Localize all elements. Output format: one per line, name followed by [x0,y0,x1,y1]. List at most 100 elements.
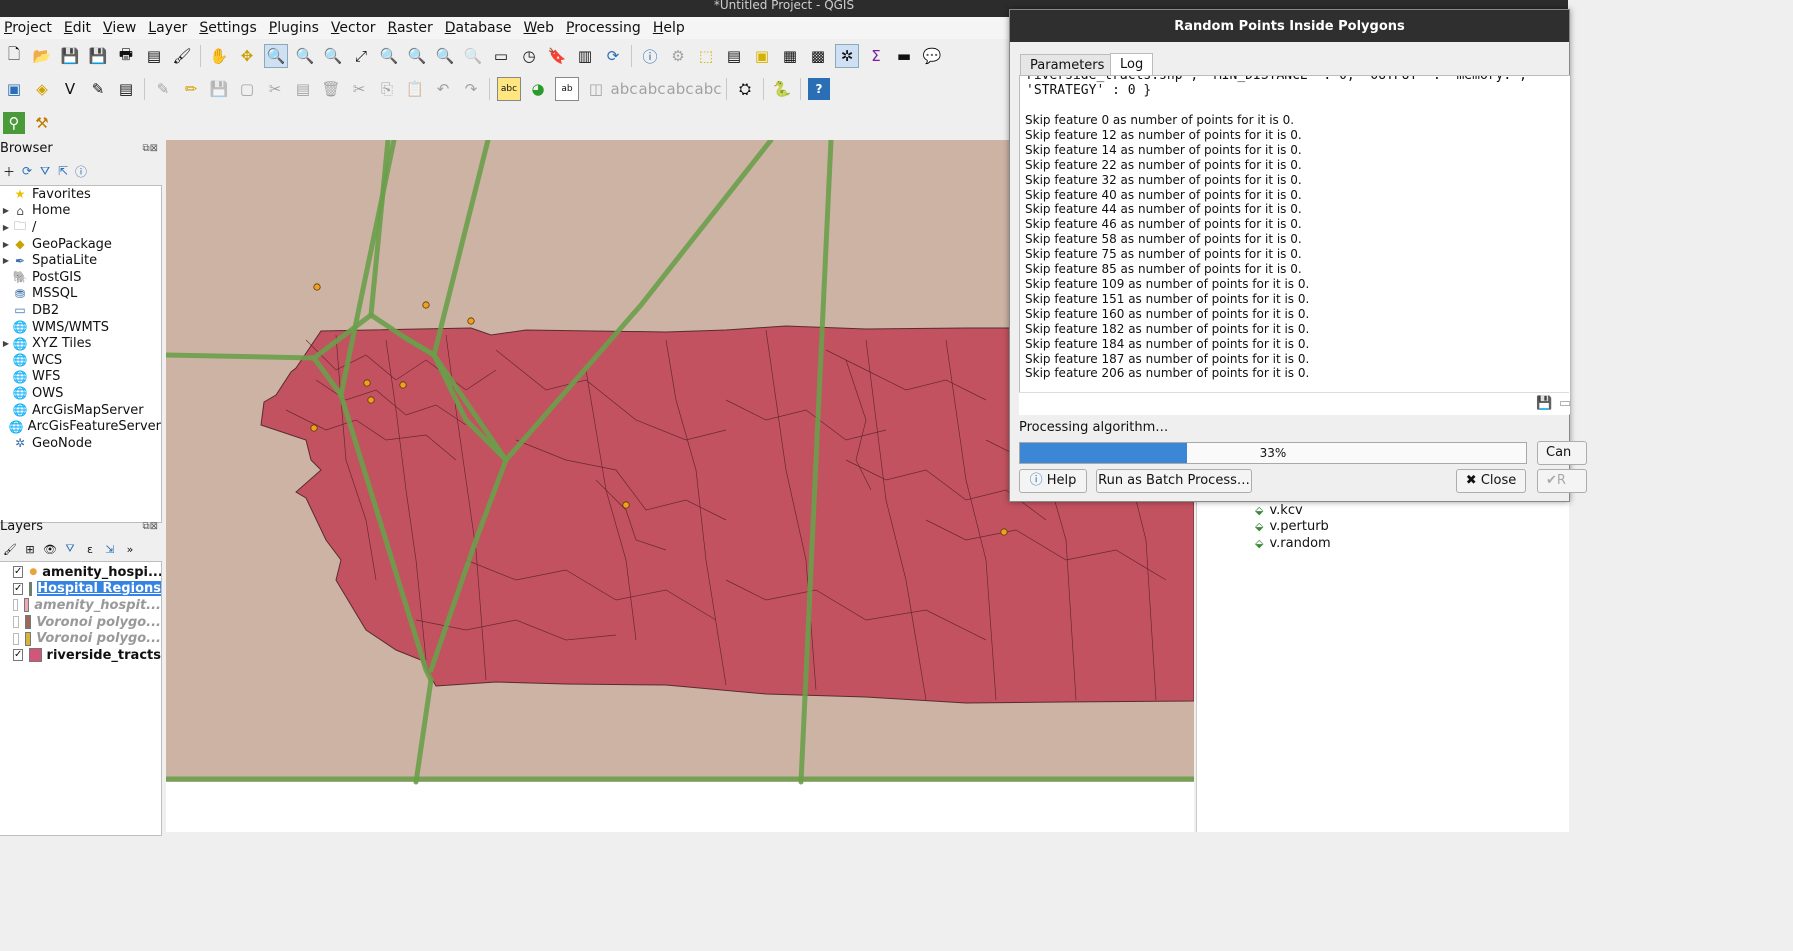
layout-manager-icon[interactable]: ▤ [143,45,165,67]
style-manager-icon[interactable]: 🖌 [171,45,193,67]
label-toolbar-icon[interactable]: abc [497,77,521,101]
identify-icon[interactable]: ⓘ [639,45,661,67]
highlight-labels-icon[interactable]: ◫ [585,78,607,100]
menu-web[interactable]: Web [520,17,563,39]
move-label-icon[interactable]: abc [611,78,638,100]
pin-labels-icon[interactable]: ab [555,77,579,101]
toolbox-algorithm[interactable]: ⬙ v.random [1255,535,1331,552]
change-label-icon[interactable]: abc [667,78,694,100]
expand-arrow-icon[interactable]: ▶ [0,223,12,232]
new-project-icon[interactable]: 🗋 [3,45,25,67]
map-tips-icon[interactable]: 💬 [921,45,943,67]
statistics-icon[interactable]: Σ [865,45,887,67]
layer-item[interactable]: Voronoi polygo... [0,614,161,631]
locator-search-icon[interactable]: ⚲ [3,112,25,134]
toolbox-algorithm[interactable]: ⬙ v.perturb [1255,519,1331,536]
run-button[interactable]: ✔R [1537,469,1587,493]
layer-visibility-checkbox[interactable]: ✓ [13,566,24,579]
undo-icon[interactable]: ↶ [432,78,454,100]
panel-float-close-icon[interactable]: ⧉⊠ [142,519,158,535]
filter-expression-icon[interactable]: ε [83,538,97,560]
print-layout-icon[interactable]: 🖶 [115,45,137,67]
georeferencer-icon[interactable]: ⚒ [31,112,53,134]
tab-log[interactable]: Log [1110,53,1154,76]
browser-item[interactable]: ▶ ✒ SpatiaLite [0,252,161,269]
menu-view[interactable]: View [99,17,144,39]
browser-item[interactable]: 🐘 PostGIS [0,269,161,286]
menu-layer[interactable]: Layer [144,17,195,39]
menu-raster[interactable]: Raster [384,17,441,39]
help-button[interactable]: ⓘ Help [1019,469,1087,493]
show-hide-labels-icon[interactable]: abc [695,78,722,100]
zoom-native-icon[interactable]: 🔍 [322,45,344,67]
diagram-icon[interactable]: ◕ [527,78,549,100]
layer-visibility-checkbox[interactable] [13,632,19,645]
add-group-icon[interactable]: ⊞ [23,538,37,560]
layer-visibility-checkbox[interactable]: ✓ [13,582,24,595]
add-raster-layer-icon[interactable]: ✎ [87,78,109,100]
layer-visibility-checkbox[interactable] [13,599,18,612]
menu-edit[interactable]: Edit [60,17,99,39]
layer-item[interactable]: ✓ Hospital Regions [0,581,161,598]
modify-attributes-icon[interactable]: ▤ [292,78,314,100]
zoom-last-icon[interactable]: 🔍 [434,45,456,67]
browser-item[interactable]: 🌐 WMS/WMTS [0,319,161,336]
layer-item[interactable]: amenity_hospit... [0,597,161,614]
browser-item[interactable]: 🌐 OWS [0,385,161,402]
attribute-table-icon[interactable]: ▦ [779,45,801,67]
save-as-icon[interactable]: 💾 [87,45,109,67]
zoom-full-icon[interactable]: ⤢ [350,45,372,67]
new-map-view-icon[interactable]: ▭ [490,45,512,67]
panel-float-close-icon[interactable]: ⧉⊠ [142,141,158,157]
add-feature-icon[interactable]: ▢ [236,78,258,100]
browser-item[interactable]: ▶ ◆ GeoPackage [0,236,161,253]
zoom-out-icon[interactable]: 🔍 [294,45,316,67]
expand-arrow-icon[interactable]: ▶ [0,339,12,348]
field-calculator-icon[interactable]: ▩ [807,45,829,67]
select-by-value-icon[interactable]: ▤ [723,45,745,67]
python-console-icon[interactable]: 🐍 [771,78,793,100]
layer-item[interactable]: ✓ ● amenity_hospi... [0,564,161,581]
save-edits-icon[interactable]: 💾 [208,78,230,100]
current-edits-icon[interactable]: ✎ [152,78,174,100]
gps-plugin-icon[interactable]: ⛭ [734,78,756,100]
help-whats-this-icon[interactable]: ? [808,78,830,100]
menu-database[interactable]: Database [441,17,520,39]
save-log-icon[interactable]: 💾 [1536,396,1552,411]
browser-item[interactable]: 🌐 ArcGisFeatureServer [0,418,161,435]
add-vector-layer-icon[interactable]: V [59,78,81,100]
layer-visibility-checkbox[interactable] [13,616,19,629]
filter-icon[interactable]: ⛛ [38,160,52,182]
refresh-icon[interactable]: ⟳ [602,45,624,67]
expand-arrow-icon[interactable]: ▶ [0,240,12,249]
rotate-label-icon[interactable]: abc [639,78,666,100]
add-selected-icon[interactable]: ＋ [2,160,16,182]
expand-all-icon[interactable]: ⇲ [103,538,117,560]
collapse-all-icon[interactable]: ⇱ [56,160,70,182]
run-batch-button[interactable]: Run as Batch Process… [1096,469,1252,493]
layer-item[interactable]: ✓ riverside_tracts [0,647,161,664]
properties-icon[interactable]: ⓘ [74,160,88,182]
tab-parameters[interactable]: Parameters [1020,54,1115,76]
browser-item[interactable]: 🌐 WCS [0,352,161,369]
new-layer-icon[interactable]: ◈ [31,78,53,100]
toolbox-algorithm[interactable]: ⬙ v.kcv [1255,502,1331,519]
data-source-manager-icon[interactable]: ▣ [3,78,25,100]
add-virtual-layer-icon[interactable]: ▤ [115,78,137,100]
menu-vector[interactable]: Vector [327,17,384,39]
menu-settings[interactable]: Settings [195,17,264,39]
zoom-selection-icon[interactable]: 🔍 [378,45,400,67]
cancel-button[interactable]: Can [1537,441,1587,465]
paste-features-icon[interactable]: 📋 [404,78,426,100]
browser-item[interactable]: ▶ 🌐 XYZ Tiles [0,335,161,352]
vertex-tool-icon[interactable]: ✂ [264,78,286,100]
copy-features-icon[interactable]: ⎘ [376,78,398,100]
menu-processing[interactable]: Processing [562,17,649,39]
zoom-layer-icon[interactable]: 🔍 [406,45,428,67]
browser-item[interactable]: ▶ 🗀 / [0,219,161,236]
browser-item[interactable]: ⛃ MSSQL [0,286,161,303]
browser-item[interactable]: ▭ DB2 [0,302,161,319]
expand-arrow-icon[interactable]: ▶ [0,256,12,265]
close-button[interactable]: ✖ Close [1456,469,1526,493]
refresh-icon[interactable]: ⟳ [20,160,34,182]
